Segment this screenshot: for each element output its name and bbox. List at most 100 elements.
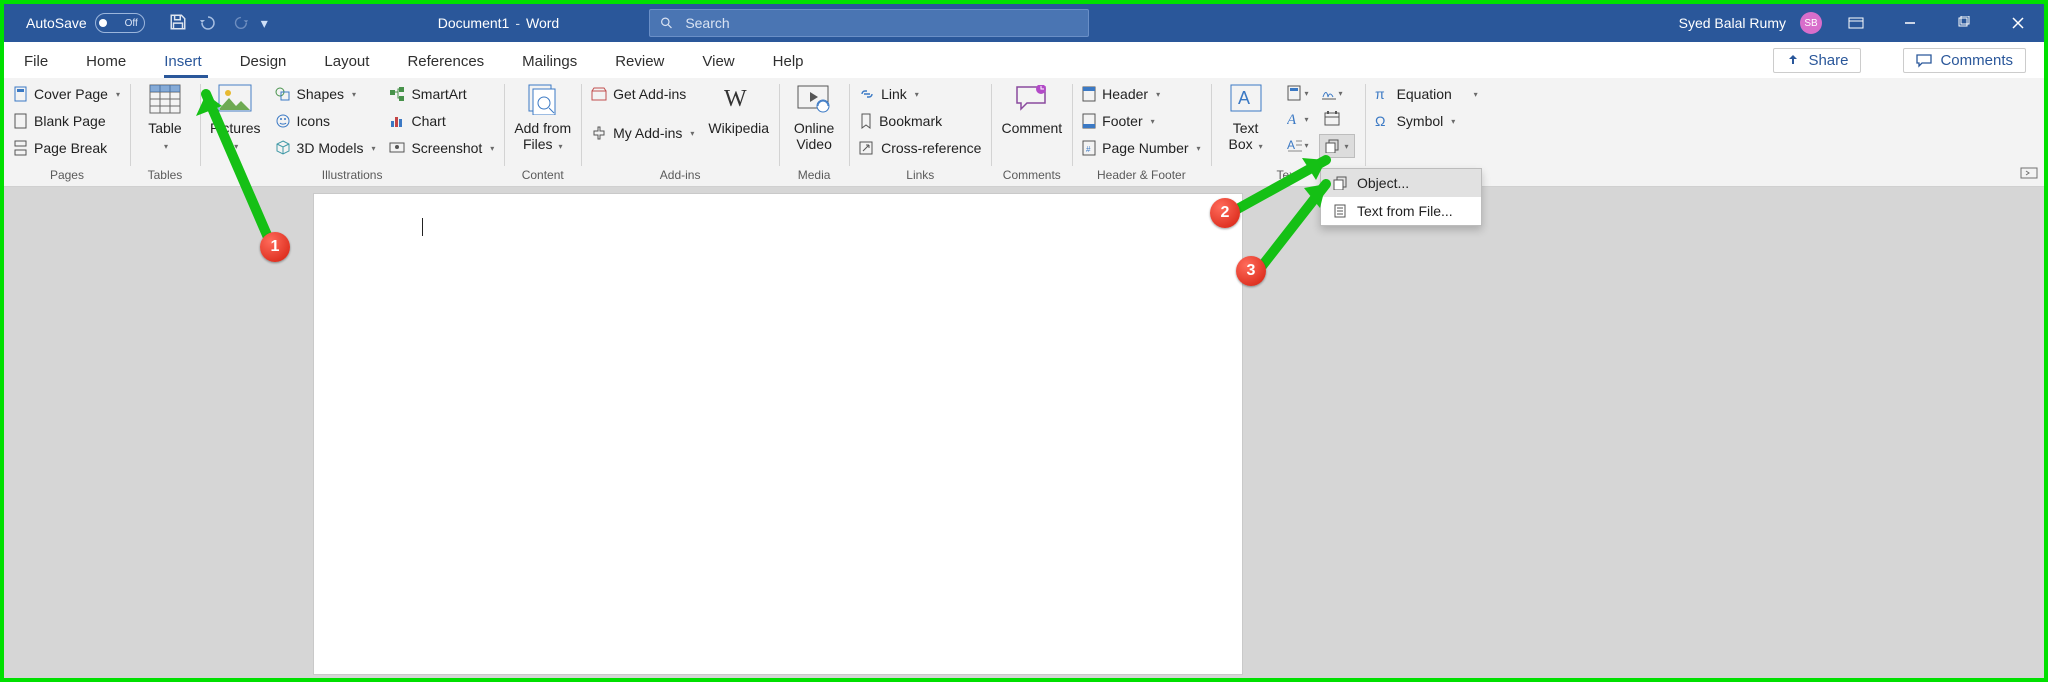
wikipedia-icon: W xyxy=(722,82,756,116)
group-addins: Get Add-ins My Add-ins▾ W Wikipedia Add-… xyxy=(581,78,779,186)
footer-button[interactable]: Footer▾ xyxy=(1082,109,1200,133)
wordart-button[interactable]: A▾ xyxy=(1285,108,1311,130)
symbol-button[interactable]: ΩSymbol▾ xyxy=(1375,109,1478,133)
undo-icon[interactable] xyxy=(199,14,219,33)
table-icon xyxy=(148,82,182,116)
header-icon xyxy=(1082,86,1096,102)
tab-insert[interactable]: Insert xyxy=(162,47,204,78)
save-icon[interactable] xyxy=(169,13,187,34)
group-header-footer: Header▾ Footer▾ #Page Number▾ Header & F… xyxy=(1072,78,1210,186)
group-label-comments: Comments xyxy=(1001,168,1062,184)
share-button[interactable]: Share xyxy=(1773,48,1861,73)
ribbon-display-icon[interactable] xyxy=(1836,4,1876,42)
chart-icon xyxy=(389,113,405,129)
equation-button[interactable]: πEquation ▾ xyxy=(1375,82,1478,106)
tab-view[interactable]: View xyxy=(700,47,736,78)
ribbon-tabs: File Home Insert Design Layout Reference… xyxy=(4,42,2044,78)
user-name[interactable]: Syed Balal Rumy xyxy=(1679,15,1786,31)
blank-page-icon xyxy=(14,113,28,129)
cross-reference-button[interactable]: Cross-reference xyxy=(859,136,981,160)
search-box[interactable] xyxy=(649,9,1089,37)
doc-name: Document1 xyxy=(438,15,510,31)
autosave-toggle[interactable]: AutoSave Off xyxy=(4,13,159,33)
svg-text:π: π xyxy=(1375,86,1385,102)
tab-file[interactable]: File xyxy=(22,47,50,78)
annotation-arrow-3 xyxy=(1256,170,1346,280)
qat-more-icon[interactable]: ▾ xyxy=(261,15,268,32)
blank-page-button[interactable]: Blank Page xyxy=(14,109,120,133)
group-label-links: Links xyxy=(859,168,981,184)
tab-home[interactable]: Home xyxy=(84,47,128,78)
title-bar: AutoSave Off ▾ Document1 - Word Syed Bal… xyxy=(4,4,2044,42)
tab-review[interactable]: Review xyxy=(613,47,666,78)
comment-button[interactable]: Comment xyxy=(1001,82,1062,136)
quick-parts-button[interactable]: ▾ xyxy=(1285,82,1311,104)
redo-icon[interactable] xyxy=(231,14,249,33)
group-label-pages: Pages xyxy=(14,168,120,184)
get-addins-button[interactable]: Get Add-ins xyxy=(591,82,694,106)
group-label-media: Media xyxy=(789,168,839,184)
autosave-label: AutoSave xyxy=(26,15,87,31)
document-page[interactable] xyxy=(314,194,1242,674)
tab-mailings[interactable]: Mailings xyxy=(520,47,579,78)
group-label-content: Content xyxy=(514,168,571,184)
ribbon: Cover Page▾ Blank Page Page Break Pages … xyxy=(4,78,2044,187)
store-icon xyxy=(591,86,607,102)
add-from-files-button[interactable]: Add from Files ▾ xyxy=(514,82,571,152)
text-box-button[interactable]: A Text Box ▾ xyxy=(1221,82,1271,152)
chart-button[interactable]: Chart xyxy=(389,109,494,133)
link-icon xyxy=(859,87,875,101)
symbol-icon: Ω xyxy=(1375,113,1391,129)
search-input[interactable] xyxy=(683,14,1078,32)
search-icon xyxy=(660,16,673,30)
my-addins-button[interactable]: My Add-ins▾ xyxy=(591,109,694,157)
link-button[interactable]: Link▾ xyxy=(859,82,981,106)
tab-design[interactable]: Design xyxy=(238,47,289,78)
maximize-icon[interactable] xyxy=(1944,4,1984,42)
page-break-button[interactable]: Page Break xyxy=(14,136,120,160)
text-cursor xyxy=(422,218,423,236)
wordart-icon: A xyxy=(1287,111,1303,127)
svg-text:W: W xyxy=(724,86,747,112)
close-icon[interactable] xyxy=(1998,4,2038,42)
collapse-ribbon-icon[interactable] xyxy=(2020,166,2038,182)
page-number-button[interactable]: #Page Number▾ xyxy=(1082,136,1200,160)
tab-help[interactable]: Help xyxy=(771,47,806,78)
date-time-button[interactable] xyxy=(1319,108,1345,130)
comments-button[interactable]: Comments xyxy=(1903,48,2026,73)
svg-text:A: A xyxy=(1287,112,1297,127)
annotation-bubble-2: 2 xyxy=(1210,198,1240,228)
group-links: Link▾ Bookmark Cross-reference Links xyxy=(849,78,991,186)
date-time-icon xyxy=(1324,111,1340,127)
signature-icon xyxy=(1321,85,1337,101)
comment-bubble-icon xyxy=(1015,82,1049,116)
autosave-switch[interactable]: Off xyxy=(95,13,145,33)
cross-reference-icon xyxy=(859,141,875,155)
online-video-button[interactable]: Online Video xyxy=(789,82,839,152)
equation-icon: π xyxy=(1375,86,1391,102)
wikipedia-button[interactable]: W Wikipedia xyxy=(708,82,769,136)
smartart-button[interactable]: SmartArt xyxy=(389,82,494,106)
comment-icon xyxy=(1916,54,1932,68)
group-content: Add from Files ▾ Content xyxy=(504,78,581,186)
avatar[interactable]: SB xyxy=(1800,12,1822,34)
tab-layout[interactable]: Layout xyxy=(322,47,371,78)
smartart-icon xyxy=(389,86,405,102)
document-title: Document1 - Word xyxy=(438,15,559,31)
table-button[interactable]: Table▾ xyxy=(140,82,190,152)
tab-references[interactable]: References xyxy=(405,47,486,78)
svg-text:#: # xyxy=(1086,145,1091,154)
cover-page-icon xyxy=(14,86,28,102)
files-icon xyxy=(526,82,560,116)
group-label-addins: Add-ins xyxy=(591,168,769,184)
page-break-icon xyxy=(14,140,28,156)
page-number-icon: # xyxy=(1082,140,1096,156)
header-button[interactable]: Header▾ xyxy=(1082,82,1200,106)
cover-page-button[interactable]: Cover Page▾ xyxy=(14,82,120,106)
annotation-bubble-1: 1 xyxy=(260,232,290,262)
bookmark-button[interactable]: Bookmark xyxy=(859,109,981,133)
text-box-icon: A xyxy=(1229,82,1263,116)
screenshot-button[interactable]: Screenshot▾ xyxy=(389,136,494,160)
signature-line-button[interactable]: ▾ xyxy=(1319,82,1345,104)
minimize-icon[interactable] xyxy=(1890,4,1930,42)
